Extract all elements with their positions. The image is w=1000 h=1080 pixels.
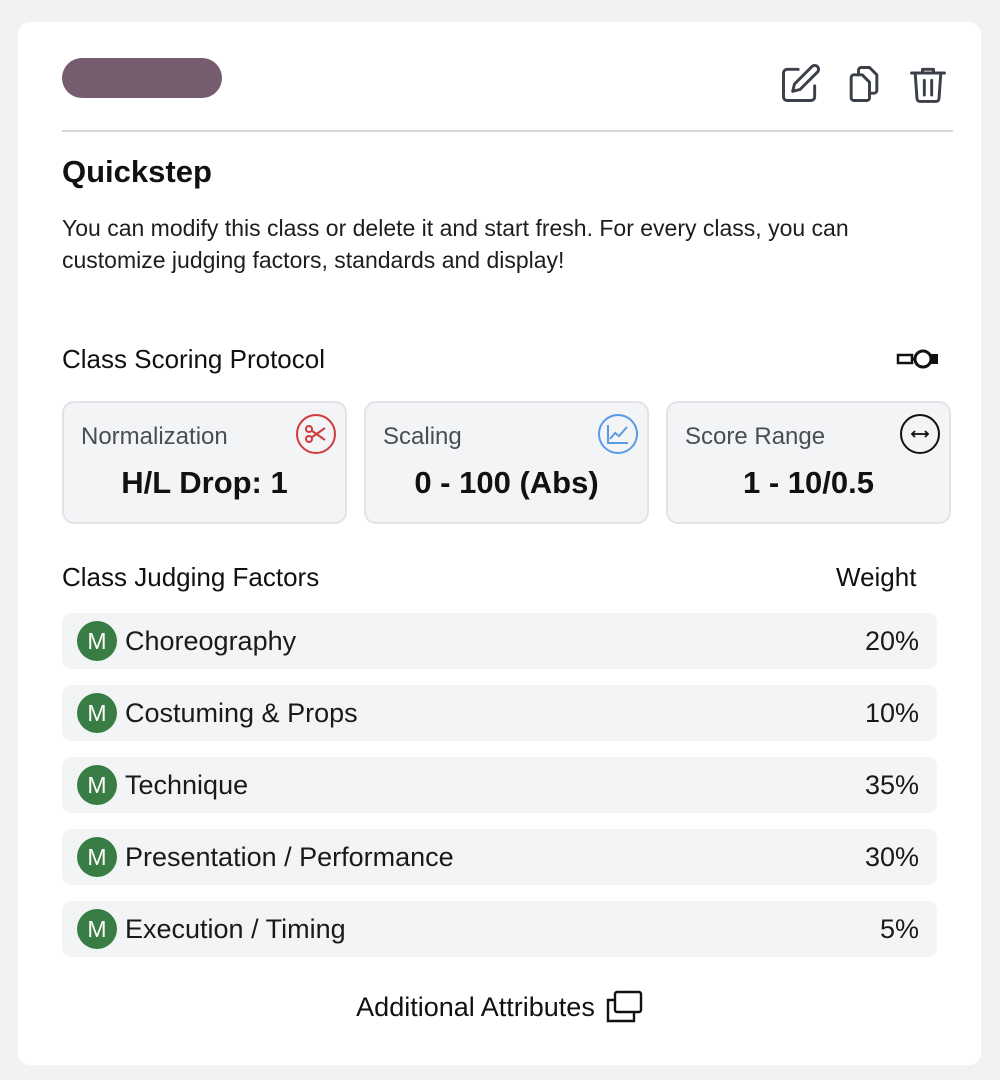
open-window-icon [606, 990, 643, 1023]
factor-weight: 35% [864, 769, 919, 800]
factor-name: Presentation / Performance [125, 841, 454, 872]
normalization-value: H/L Drop: 1 [121, 465, 288, 500]
scissors-icon [296, 414, 336, 454]
factor-badge: M [77, 837, 117, 877]
class-card: Quickstep You can modify this class or d… [18, 22, 981, 1065]
score-range-value: 1 - 10/0.5 [743, 465, 874, 500]
copy-icon [849, 66, 879, 102]
additional-attributes-button[interactable]: Additional Attributes [18, 990, 981, 1024]
factor-weight: 30% [864, 841, 919, 872]
factor-name: Costuming & Props [125, 697, 358, 728]
factor-badge: M [77, 621, 117, 661]
factor-badge: M [77, 765, 117, 805]
weight-column-header: Weight [836, 562, 917, 592]
factor-weight: 20% [864, 625, 919, 656]
factor-weight: 10% [864, 697, 919, 728]
scoring-protocol-toggle[interactable] [896, 344, 940, 374]
scaling-label: Scaling [383, 423, 462, 450]
class-title: Quickstep [62, 154, 212, 189]
edit-button[interactable] [776, 60, 824, 108]
score-range-card[interactable]: Score Range 1 - 10/0.5 [666, 401, 951, 524]
scaling-value: 0 - 100 (Abs) [414, 465, 599, 500]
factor-name: Choreography [125, 625, 297, 656]
factor-name: Execution / Timing [125, 913, 346, 944]
normalization-card[interactable]: Normalization H/L Drop: 1 [62, 401, 347, 524]
edit-icon [782, 64, 820, 102]
class-description: You can modify this class or delete it a… [62, 215, 849, 273]
factor-badge: M [77, 909, 117, 949]
toggle-icon [896, 349, 938, 369]
factor-row[interactable]: M Execution / Timing 5% [62, 901, 937, 957]
factor-row[interactable]: M Choreography 20% [62, 613, 937, 669]
score-range-label: Score Range [685, 423, 826, 450]
class-toolbar [776, 60, 952, 108]
normalization-label: Normalization [81, 423, 228, 450]
judging-factors-label: Class Judging Factors [62, 562, 320, 592]
class-color-swatch [62, 58, 222, 98]
trash-icon [910, 67, 946, 103]
scaling-card[interactable]: Scaling 0 - 100 (Abs) [364, 401, 649, 524]
factor-row[interactable]: M Technique 35% [62, 757, 937, 813]
judging-factors-list: M Choreography 20% M Costuming & Props 1… [62, 613, 937, 973]
chart-icon [598, 414, 638, 454]
factor-row[interactable]: M Presentation / Performance 30% [62, 829, 937, 885]
header-divider [62, 130, 953, 132]
factor-name: Technique [125, 769, 249, 800]
factor-badge: M [77, 693, 117, 733]
factor-row[interactable]: M Costuming & Props 10% [62, 685, 937, 741]
duplicate-button[interactable] [840, 60, 888, 108]
additional-attributes-label: Additional Attributes [356, 991, 595, 1022]
delete-button[interactable] [904, 60, 952, 108]
scoring-protocol-cards: Normalization H/L Drop: 1 Scaling 0 - 10… [62, 401, 951, 524]
arrows-horizontal-icon [900, 414, 940, 454]
factor-weight: 5% [879, 913, 919, 944]
scoring-protocol-label: Class Scoring Protocol [62, 344, 325, 374]
